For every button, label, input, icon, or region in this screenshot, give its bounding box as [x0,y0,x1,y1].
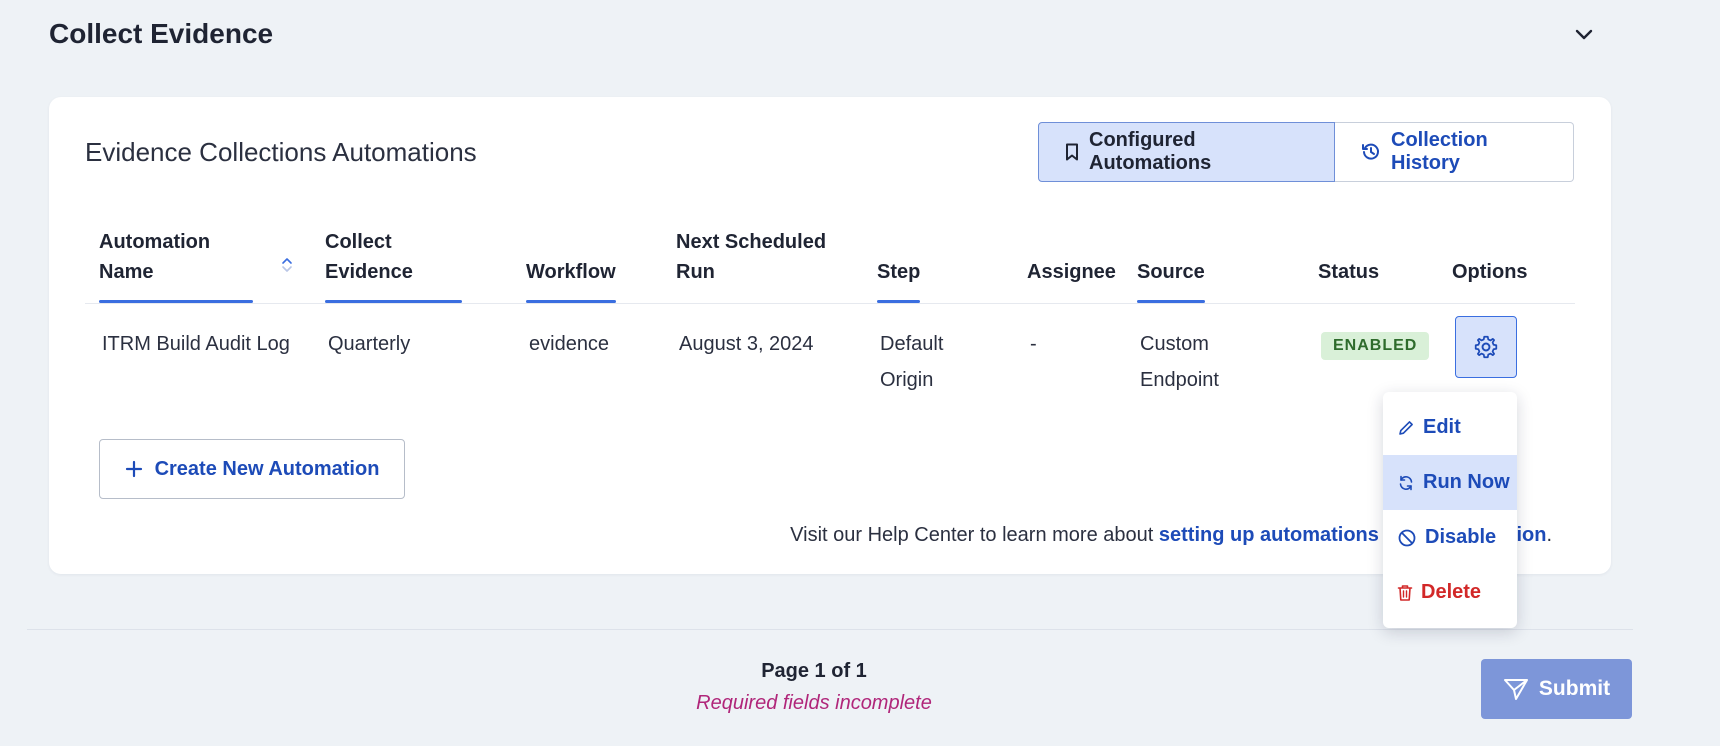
pencil-icon [1397,419,1415,437]
cell-collect-evidence: Quarterly [328,333,411,355]
sort-icon[interactable] [281,257,293,273]
column-header-step[interactable]: Step [863,227,1013,304]
menu-item-delete[interactable]: Delete [1383,565,1517,620]
section-header: Collect Evidence [49,16,1599,56]
trash-icon [1397,584,1413,602]
submit-button[interactable]: Submit [1481,659,1632,719]
collapse-toggle-button[interactable] [1569,20,1599,50]
automations-card: Evidence Collections Automations Configu… [49,97,1611,574]
cell-automation-name: ITRM Build Audit Log [102,333,290,355]
column-header-assignee: Assignee [1013,227,1123,304]
automations-table: Automation Name Collect Evidence Workflo… [85,227,1575,398]
cell-options [1438,304,1575,399]
column-header-automation-name[interactable]: Automation Name [85,227,311,304]
ban-icon [1397,528,1417,548]
menu-item-run-now[interactable]: Run Now [1383,455,1517,510]
cell-source: Custom Endpoint [1140,333,1219,391]
table-row: ITRM Build Audit Log Quarterly evidence … [85,304,1575,399]
send-icon [1503,677,1529,701]
tab-configured-automations[interactable]: Configured Automations [1038,122,1335,182]
plus-icon [125,460,143,478]
status-badge: ENABLED [1321,332,1430,360]
cell-step: Default Origin [880,333,944,391]
tab-group: Configured Automations Collection Histor… [1038,122,1574,182]
page-indicator: Page 1 of 1 [761,660,867,682]
chevron-down-icon [1575,29,1593,41]
column-header-collect-evidence[interactable]: Collect Evidence [311,227,512,304]
required-fields-message: Required fields incomplete [696,692,932,714]
column-header-next-run: Next Scheduled Run [662,227,863,304]
gear-icon [1473,334,1499,360]
footer-divider [27,629,1633,630]
refresh-icon [1397,474,1415,492]
bookmark-icon [1065,143,1079,161]
card-title: Evidence Collections Automations [85,137,477,167]
menu-item-edit[interactable]: Edit [1383,400,1517,455]
column-header-status: Status [1304,227,1438,304]
section-title: Collect Evidence [49,18,274,49]
table-header-row: Automation Name Collect Evidence Workflo… [85,227,1575,304]
options-button[interactable] [1455,316,1517,378]
cell-workflow: evidence [529,333,610,355]
create-button-label: Create New Automation [154,457,380,480]
cell-status: ENABLED [1304,304,1438,399]
column-header-source[interactable]: Source [1123,227,1304,304]
submit-label: Submit [1538,677,1611,700]
options-dropdown-menu: Edit Run Now Disable Delete [1383,392,1517,628]
menu-item-disable[interactable]: Disable [1383,510,1517,565]
cell-next-run: August 3, 2024 [679,333,814,355]
tab-label: Collection History [1391,129,1488,174]
history-icon [1361,142,1381,162]
column-header-options: Options [1438,227,1575,304]
create-automation-button[interactable]: Create New Automation [99,439,405,499]
tab-label: Configured Automations [1089,129,1212,174]
column-header-workflow[interactable]: Workflow [512,227,662,304]
tab-collection-history[interactable]: Collection History [1335,122,1574,182]
cell-assignee: - [1030,333,1037,355]
